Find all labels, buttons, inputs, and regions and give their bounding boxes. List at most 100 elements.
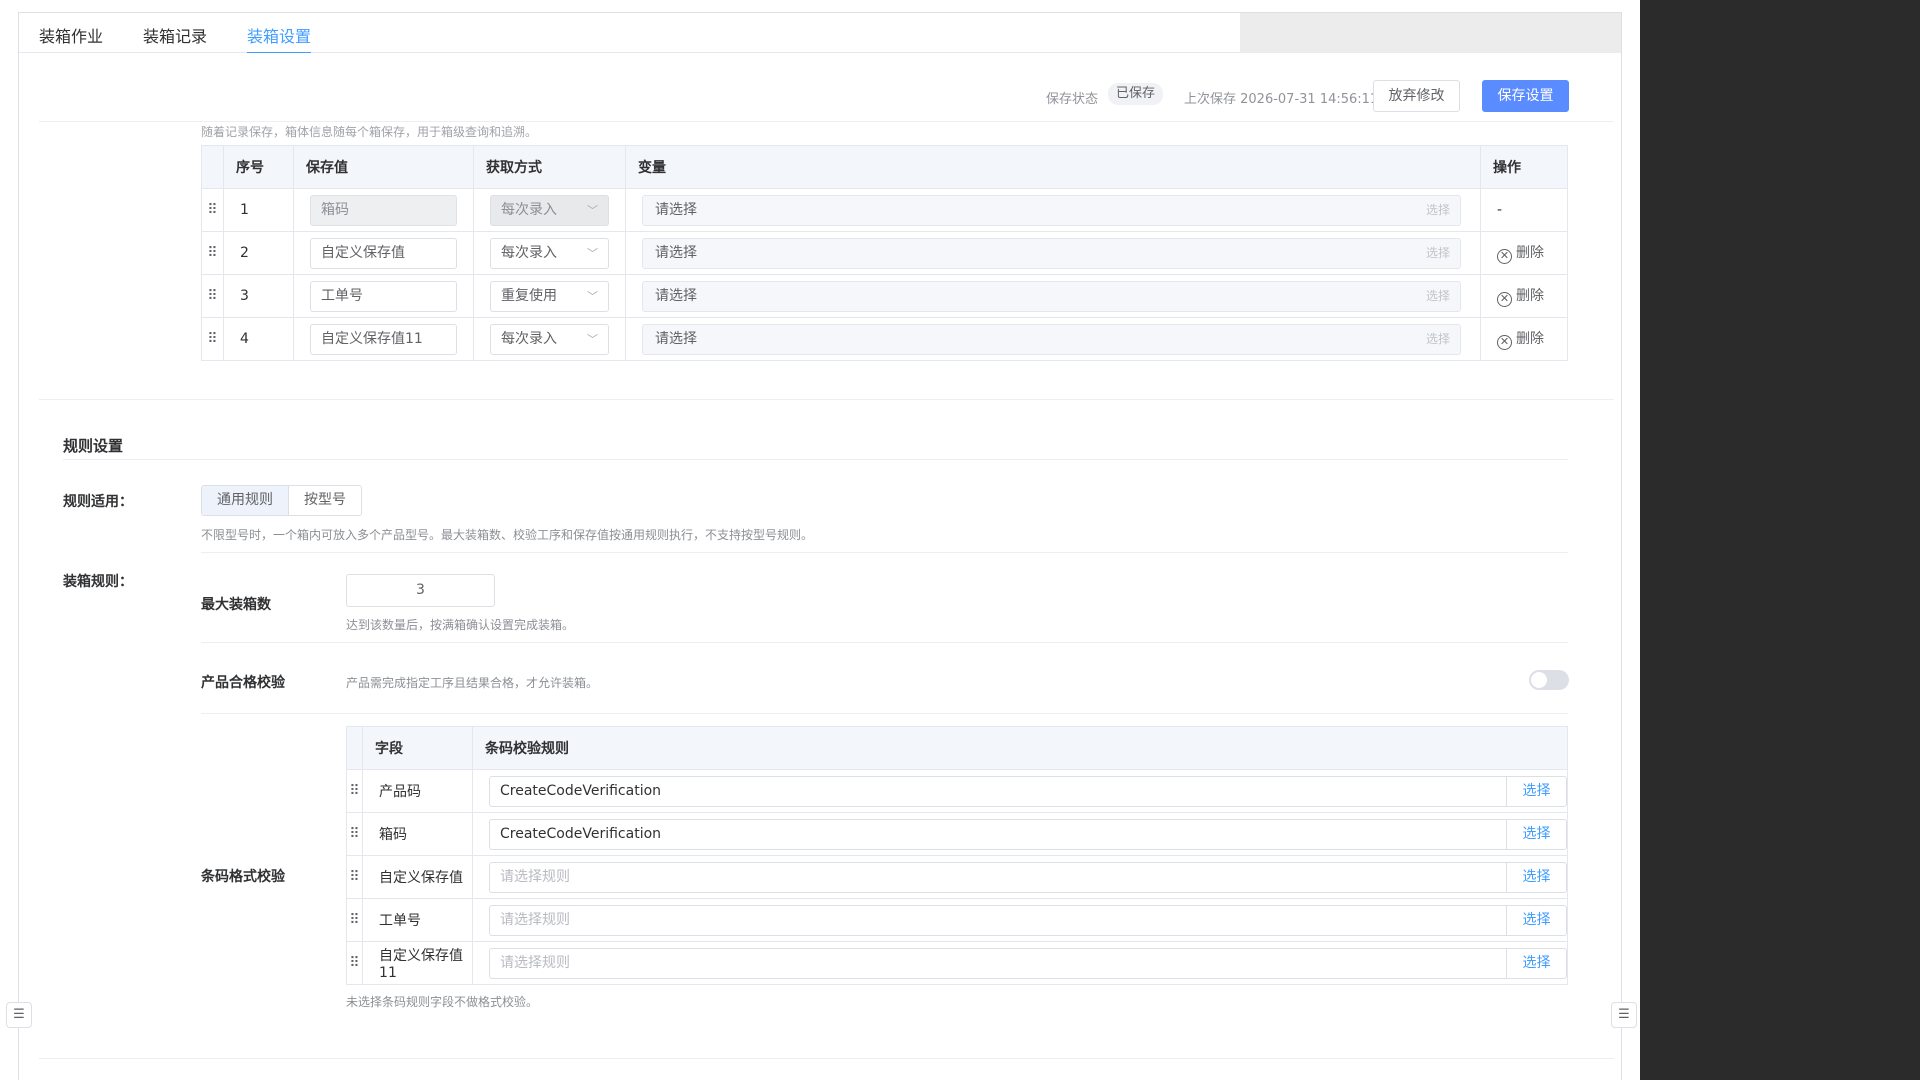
tab-bar-filler — [1240, 13, 1621, 53]
mode-select-value: 重复使用 — [501, 287, 557, 304]
table-header-row: 字段 条码校验规则 — [346, 726, 1568, 770]
mode-select: 每次录入 ﹀ — [490, 194, 609, 226]
close-circle-icon: ✕ — [1497, 292, 1512, 307]
barcode-rule-select-button[interactable]: 选择 — [1506, 947, 1567, 979]
table-header-row: 序号 保存值 获取方式 变量 操作 — [201, 145, 1568, 189]
variable-pick-link[interactable]: 选择 — [1426, 282, 1450, 311]
barcode-rule-placeholder[interactable]: 请选择规则 — [489, 947, 1506, 979]
row-index: 2 — [223, 231, 294, 275]
drag-handle-icon[interactable]: ⠿ — [346, 769, 364, 813]
rule-divider — [201, 713, 1568, 714]
max-pack-label: 最大装箱数 — [201, 597, 271, 613]
drag-handle-icon[interactable]: ⠿ — [201, 317, 224, 361]
barcode-rule-value[interactable]: CreateCodeVerification — [489, 775, 1506, 807]
variable-select-placeholder: 请选择 — [655, 201, 697, 218]
drag-handle-icon[interactable]: ⠿ — [201, 274, 224, 318]
variables-description: 随着记录保存，箱体信息随每个箱保存，用于箱级查询和追溯。 — [201, 125, 538, 139]
barcode-check-label: 条码格式校验 — [201, 869, 285, 885]
chevron-down-icon: ﹀ — [587, 289, 598, 303]
barcode-rule-select-button[interactable]: 选择 — [1506, 904, 1567, 936]
list-collapse-icon[interactable]: ☰ — [6, 1002, 32, 1028]
close-circle-icon: ✕ — [1497, 335, 1512, 350]
barcode-field: 自定义保存值 — [362, 855, 473, 899]
variable-pick-link[interactable]: 选择 — [1426, 325, 1450, 354]
delete-row-button[interactable]: ✕ 删除 — [1497, 245, 1544, 264]
save-status-label: 保存状态 — [1046, 92, 1099, 107]
tab-packing-operation[interactable]: 装箱作业 — [39, 23, 103, 47]
save-settings-button[interactable]: 保存设置 — [1482, 80, 1569, 112]
qc-check-hint: 产品需完成指定工序且结果合格，才允许装箱。 — [346, 676, 599, 690]
column-header-index: 序号 — [223, 145, 294, 189]
mode-select[interactable]: 每次录入 ﹀ — [490, 237, 609, 269]
barcode-rule-picker: 请选择规则 选择 — [489, 861, 1567, 893]
barcode-rule-picker: 请选择规则 选择 — [489, 904, 1567, 936]
table-row: ⠿ 3 工单号 重复使用 ﹀ 请选择 选择 ✕ 删除 — [201, 274, 1568, 318]
drag-handle-icon[interactable]: ⠿ — [346, 941, 364, 985]
right-dark-panel — [1640, 0, 1920, 1080]
mode-select[interactable]: 每次录入 ﹀ — [490, 323, 609, 355]
delete-label: 删除 — [1516, 288, 1544, 304]
delete-row-button[interactable]: ✕ 删除 — [1497, 288, 1544, 307]
rule-apply-general[interactable]: 通用规则 — [202, 486, 289, 515]
drag-handle-icon[interactable]: ⠿ — [346, 812, 364, 856]
variable-select-placeholder: 请选择 — [655, 244, 697, 261]
barcode-rule-picker: 请选择规则 选择 — [489, 947, 1567, 979]
list-collapse-icon[interactable]: ☰ — [1611, 1002, 1637, 1028]
variable-select-placeholder: 请选择 — [655, 287, 697, 304]
value-input[interactable]: 自定义保存值11 — [310, 323, 457, 355]
variable-pick-link[interactable]: 选择 — [1426, 239, 1450, 268]
variable-pick-link[interactable]: 选择 — [1426, 196, 1450, 225]
barcode-field: 工单号 — [362, 898, 473, 942]
barcode-rule-placeholder[interactable]: 请选择规则 — [489, 861, 1506, 893]
row-index: 1 — [223, 188, 294, 232]
barcode-rule-value[interactable]: CreateCodeVerification — [489, 818, 1506, 850]
variable-select[interactable]: 请选择 选择 — [642, 280, 1461, 312]
drag-handle-icon[interactable]: ⠿ — [346, 898, 364, 942]
value-input[interactable]: 自定义保存值 — [310, 237, 457, 269]
variable-select[interactable]: 请选择 选择 — [642, 194, 1461, 226]
variables-table: 序号 保存值 获取方式 变量 操作 ⠿ 1 箱码 每次录入 ﹀ 请选择 选择 - ⠿… — [201, 145, 1568, 361]
drag-handle-icon[interactable]: ⠿ — [201, 188, 224, 232]
table-row: ⠿ 1 箱码 每次录入 ﹀ 请选择 选择 - — [201, 188, 1568, 232]
barcode-rule-select-button[interactable]: 选择 — [1506, 775, 1567, 807]
barcode-rule-picker: CreateCodeVerification 选择 — [489, 775, 1567, 807]
section-divider — [39, 1058, 1614, 1059]
drag-handle-icon[interactable]: ⠿ — [201, 231, 224, 275]
value-input[interactable]: 工单号 — [310, 280, 457, 312]
delete-row-button[interactable]: ✕ 删除 — [1497, 331, 1544, 350]
drag-column-header — [346, 726, 364, 770]
max-pack-input[interactable]: 3 — [346, 574, 495, 607]
mode-select[interactable]: 重复使用 ﹀ — [490, 280, 609, 312]
rule-apply-by-model[interactable]: 按型号 — [289, 486, 361, 515]
save-status-badge: 已保存 — [1108, 83, 1164, 105]
rule-divider — [201, 642, 1568, 643]
barcode-rule-placeholder[interactable]: 请选择规则 — [489, 904, 1506, 936]
row-index: 3 — [223, 274, 294, 318]
mode-select-value: 每次录入 — [501, 244, 557, 261]
delete-label: 删除 — [1516, 245, 1544, 261]
barcode-field: 自定义保存值11 — [362, 941, 473, 985]
variable-select[interactable]: 请选择 选择 — [642, 237, 1461, 269]
last-save-time: 上次保存 2026-07-31 14:56:11 — [1184, 92, 1379, 107]
column-header-barcode-rule: 条码校验规则 — [472, 726, 1568, 770]
tab-packing-settings[interactable]: 装箱设置 — [247, 23, 312, 54]
qc-check-toggle[interactable] — [1529, 670, 1569, 690]
mode-select-value: 每次录入 — [501, 330, 557, 347]
table-row: ⠿ 工单号 请选择规则 选择 — [346, 898, 1568, 942]
column-header-variable: 变量 — [625, 145, 1481, 189]
row-index: 4 — [223, 317, 294, 361]
rule-apply-segmented: 通用规则 按型号 — [201, 485, 362, 516]
tab-packing-records[interactable]: 装箱记录 — [143, 23, 207, 47]
barcode-rule-select-button[interactable]: 选择 — [1506, 818, 1567, 850]
qc-check-label: 产品合格校验 — [201, 675, 285, 691]
drag-handle-icon[interactable]: ⠿ — [346, 855, 364, 899]
rule-divider — [201, 552, 1568, 553]
section-divider — [39, 399, 1614, 400]
column-header-mode: 获取方式 — [473, 145, 626, 189]
barcode-rule-select-button[interactable]: 选择 — [1506, 861, 1567, 893]
rule-apply-label: 规则适用： — [63, 494, 133, 510]
rules-section-title: 规则设置 — [63, 437, 124, 455]
table-row: ⠿ 2 自定义保存值 每次录入 ﹀ 请选择 选择 ✕ 删除 — [201, 231, 1568, 275]
variable-select[interactable]: 请选择 选择 — [642, 323, 1461, 355]
discard-changes-button[interactable]: 放弃修改 — [1373, 80, 1460, 112]
